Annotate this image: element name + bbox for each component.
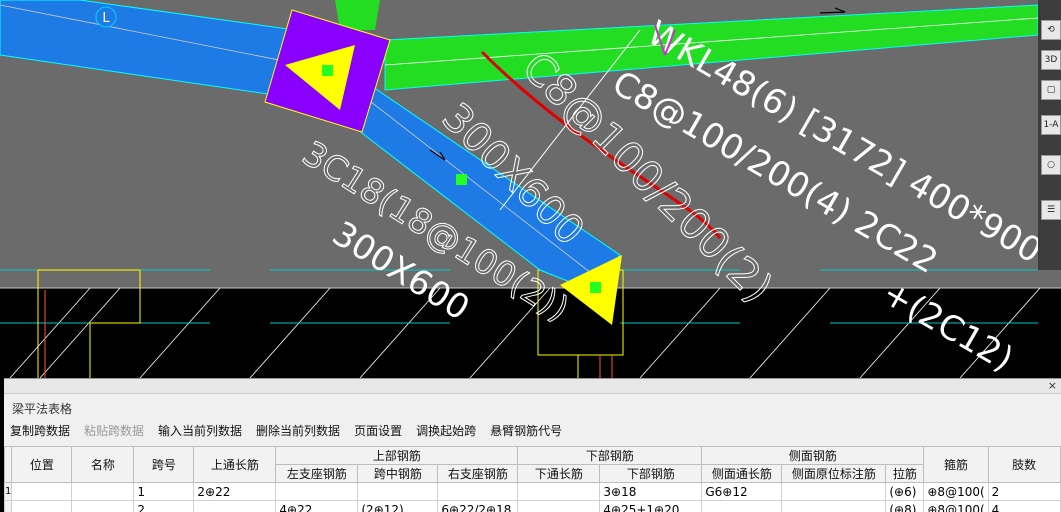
group-header-bottom: 下部钢筋 [518,447,702,465]
cell-mid-span[interactable] [358,483,438,501]
cell-top-through[interactable]: 2⊕22 [194,483,276,501]
table-row[interactable]: 2 4⊕22 (2⊕12) 6⊕22/2⊕18 4⊕25+1⊕20 (⊕8) ⊕… [5,501,1061,512]
col-header-bottom-through[interactable]: 下通长筋 [518,465,600,483]
delete-column-button[interactable]: 删除当前列数据 [256,422,340,439]
swap-start-span-button[interactable]: 调换起始跨 [416,422,476,439]
cell-right-support[interactable]: 6⊕22/2⊕18 [438,501,518,512]
cell-side-through[interactable] [702,501,782,512]
col-header-top-through[interactable]: 上通长筋 [194,447,276,483]
col-header-stirrup[interactable]: 箍筋 [924,447,988,483]
beam-table-panel: × 梁平法表格 复制跨数据 粘贴跨数据 输入当前列数据 删除当前列数据 页面设置… [4,378,1061,512]
cell-legs[interactable]: 4 [988,501,1060,512]
cell-position[interactable] [12,483,72,501]
layer-icon[interactable]: ☰ [1041,200,1061,220]
cell-mid-span[interactable]: (2⊕12) [358,501,438,512]
axis-label: L [96,7,116,27]
cell-right-support[interactable] [438,483,518,501]
view-axis-button[interactable]: 1-A [1041,115,1061,135]
cell-left-support[interactable]: 4⊕22 [276,501,358,512]
right-side-toolbar: ⟲ 3D ▢ 1-A ○ ☰ [1038,0,1061,270]
col-header-span[interactable]: 跨号 [134,447,194,483]
col-header-side-through[interactable]: 侧面通长筋 [702,465,782,483]
cell-position[interactable] [12,501,72,512]
table-row[interactable]: 1 1 2⊕22 3⊕18 G6⊕12 (⊕6) ⊕8@100( 2 [5,483,1061,501]
col-header-left-support[interactable]: 左支座钢筋 [276,465,358,483]
col-header-right-support[interactable]: 右支座钢筋 [438,465,518,483]
cell-bottom-bar[interactable]: 3⊕18 [600,483,702,501]
col-header-mid-span[interactable]: 跨中钢筋 [358,465,438,483]
col-header-position[interactable]: 位置 [12,447,72,483]
cell-stirrup[interactable]: ⊕8@100( [924,501,988,512]
close-icon[interactable]: × [1048,379,1057,393]
cell-name[interactable] [72,501,134,512]
cell-name[interactable] [72,483,134,501]
cell-bottom-bar[interactable]: 4⊕25+1⊕20 [600,501,702,512]
panel-titlebar: × [4,379,1061,394]
panel-toolbar: 复制跨数据 粘贴跨数据 输入当前列数据 删除当前列数据 页面设置 调换起始跨 悬… [4,418,1061,442]
cell-side-local[interactable] [782,483,886,501]
cell-tie[interactable]: (⊕6) [886,483,924,501]
input-column-button[interactable]: 输入当前列数据 [158,422,242,439]
row-header-corner [5,447,12,483]
cell-tie[interactable]: (⊕8) [886,501,924,512]
col-header-name[interactable]: 名称 [72,447,134,483]
cell-side-through[interactable]: G6⊕12 [702,483,782,501]
row-number: 1 [5,483,12,501]
col-header-legs[interactable]: 肢数 [988,447,1060,483]
cell-bottom-through[interactable] [518,483,600,501]
view-box-icon[interactable]: ▢ [1041,80,1061,100]
circle-tool-icon[interactable]: ○ [1041,155,1061,175]
panel-title: 梁平法表格 [4,394,1061,418]
cell-span[interactable]: 2 [134,501,194,512]
group-header-top: 上部钢筋 [276,447,518,465]
cell-legs[interactable]: 2 [988,483,1060,501]
col-header-tie[interactable]: 拉筋 [886,465,924,483]
view-3d-button[interactable]: 3D [1041,50,1061,70]
cad-canvas[interactable]: L WKL48(6) [3172] 400*900 C8@100/200(4) … [0,0,1061,378]
copy-span-button[interactable]: 复制跨数据 [10,422,70,439]
cell-top-through[interactable] [194,501,276,512]
col-header-side-local[interactable]: 侧面原位标注筋 [782,465,886,483]
beam-table[interactable]: 位置 名称 跨号 上通长筋 上部钢筋 下部钢筋 侧面钢筋 箍筋 肢数 左支座钢筋… [4,446,1061,512]
axis-label-text: L [102,11,110,26]
cell-side-local[interactable] [782,501,886,512]
group-header-side: 侧面钢筋 [702,447,924,465]
cell-left-support[interactable] [276,483,358,501]
row-number [5,501,12,512]
paste-span-button: 粘贴跨数据 [84,422,144,439]
cell-bottom-through[interactable] [518,501,600,512]
page-setup-button[interactable]: 页面设置 [354,422,402,439]
cell-stirrup[interactable]: ⊕8@100( [924,483,988,501]
rotate-view-icon[interactable]: ⟲ [1041,20,1061,40]
grip-point-mid[interactable] [456,174,467,185]
cell-span[interactable]: 1 [134,483,194,501]
cantilever-code-button[interactable]: 悬臂钢筋代号 [490,422,562,439]
col-header-bottom-bar[interactable]: 下部钢筋 [600,465,702,483]
